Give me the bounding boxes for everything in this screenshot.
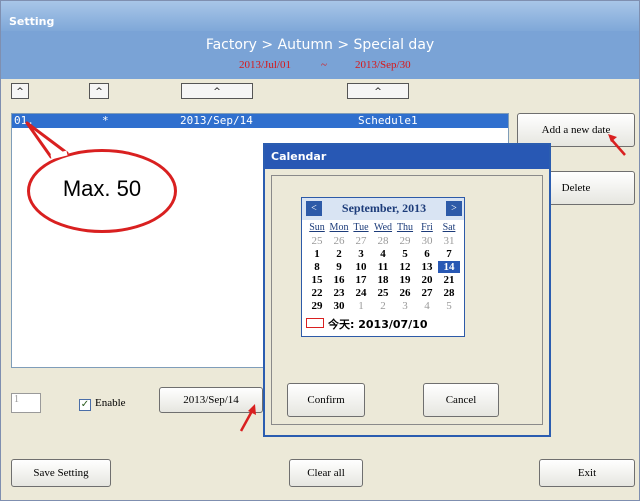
calendar-day[interactable]: 25 xyxy=(372,287,394,299)
calendar-day[interactable]: 10 xyxy=(350,261,372,273)
calendar-day[interactable]: 26 xyxy=(328,235,350,247)
calendar-day[interactable]: 31 xyxy=(438,235,460,247)
calendar-day[interactable]: 13 xyxy=(416,261,438,273)
calendar-day[interactable]: 2 xyxy=(328,248,350,260)
calendar-day[interactable]: 9 xyxy=(328,261,350,273)
next-month-icon[interactable]: > xyxy=(446,201,462,216)
calendar-day[interactable]: 18 xyxy=(372,274,394,286)
prev-month-icon[interactable]: < xyxy=(306,201,322,216)
calendar-day[interactable]: 3 xyxy=(350,248,372,260)
weekday-label: Tue xyxy=(353,222,369,233)
row-date: 2013/Sep/14 xyxy=(180,114,253,127)
calendar-day[interactable]: 7 xyxy=(438,248,460,260)
calendar-day[interactable]: 1 xyxy=(306,248,328,260)
calendar-day[interactable]: 3 xyxy=(394,300,416,312)
weekday-label: Wed xyxy=(373,222,393,233)
calendar-day[interactable]: 8 xyxy=(306,261,328,273)
save-setting-button[interactable]: Save Setting xyxy=(11,459,111,487)
enable-checkbox[interactable]: ✓ xyxy=(79,399,91,411)
calendar-day[interactable]: 23 xyxy=(328,287,350,299)
calendar-dialog-title: Calendar xyxy=(265,145,549,169)
calendar-day[interactable]: 6 xyxy=(416,248,438,260)
calendar-day[interactable]: 12 xyxy=(394,261,416,273)
exit-button[interactable]: Exit xyxy=(539,459,635,487)
calendar-day[interactable]: 24 xyxy=(350,287,372,299)
confirm-button[interactable]: Confirm xyxy=(287,383,365,417)
today-marker-icon xyxy=(306,318,324,328)
calendar-widget: < September, 2013 > Sun Mon Tue Wed Thu Fri Sa… xyxy=(301,197,465,337)
calendar-day[interactable]: 29 xyxy=(306,300,328,312)
range-separator: ~ xyxy=(321,59,327,71)
calendar-day[interactable]: 30 xyxy=(416,235,438,247)
clear-all-button[interactable]: Clear all xyxy=(289,459,363,487)
calendar-month-label: September, 2013 xyxy=(341,201,427,215)
date-button-pointer-arrow xyxy=(239,404,256,432)
calendar-day[interactable]: 19 xyxy=(394,274,416,286)
weekday-label: Fri xyxy=(421,222,433,233)
calendar-day[interactable]: 28 xyxy=(438,287,460,299)
setting-window: Setting Factory > Autumn > Special day 2… xyxy=(0,0,640,501)
weekday-label: Mon xyxy=(329,222,349,233)
breadcrumb: Factory > Autumn > Special day xyxy=(205,37,435,53)
range-end: 2013/Sep/30 xyxy=(355,59,411,71)
calendar-day[interactable]: 25 xyxy=(306,235,328,247)
weekday-label: Sat xyxy=(442,222,456,233)
calendar-day[interactable]: 17 xyxy=(350,274,372,286)
calendar-day[interactable]: 27 xyxy=(350,235,372,247)
range-start: 2013/Jul/01 xyxy=(239,59,291,71)
window-title: Setting xyxy=(1,1,639,31)
table-row[interactable]: 01. * 2013/Sep/14 Schedule1 xyxy=(12,114,508,128)
sort-date-button[interactable]: ^ xyxy=(181,83,253,99)
calendar-day[interactable]: 2 xyxy=(372,300,394,312)
calendar-day[interactable]: 5 xyxy=(438,300,460,312)
calendar-day[interactable]: 16 xyxy=(328,274,350,286)
add-date-pointer-arrow xyxy=(608,134,626,156)
calendar-day[interactable]: 22 xyxy=(306,287,328,299)
calendar-day[interactable]: 28 xyxy=(372,235,394,247)
calendar-day[interactable]: 1 xyxy=(350,300,372,312)
calendar-day[interactable]: 26 xyxy=(394,287,416,299)
calendar-day[interactable]: 4 xyxy=(416,300,438,312)
calendar-dialog: Calendar < September, 2013 > Sun Mon Tue We… xyxy=(263,143,551,437)
callout-text: Max. 50 xyxy=(62,176,142,201)
calendar-day[interactable]: 4 xyxy=(372,248,394,260)
sort-schedule-button[interactable]: ^ xyxy=(347,83,409,99)
row-mark: * xyxy=(102,114,109,127)
entry-number-field[interactable]: 1 xyxy=(11,393,41,413)
enable-label: Enable xyxy=(95,397,126,409)
calendar-day[interactable]: 20 xyxy=(416,274,438,286)
calendar-day[interactable]: 5 xyxy=(394,248,416,260)
cancel-button[interactable]: Cancel xyxy=(423,383,499,417)
calendar-day[interactable]: 29 xyxy=(394,235,416,247)
calendar-day[interactable]: 27 xyxy=(416,287,438,299)
row-schedule: Schedule1 xyxy=(358,114,418,127)
callout-tail xyxy=(25,121,69,160)
today-label[interactable]: 今天: 2013/07/10 xyxy=(328,316,428,332)
calendar-day[interactable]: 21 xyxy=(438,274,460,286)
sort-index-button[interactable]: ^ xyxy=(11,83,29,99)
calendar-day[interactable]: 11 xyxy=(372,261,394,273)
weekday-label: Sun xyxy=(309,222,325,233)
calendar-day[interactable]: 30 xyxy=(328,300,350,312)
sort-mark-button[interactable]: ^ xyxy=(89,83,109,99)
calendar-day[interactable]: 15 xyxy=(306,274,328,286)
weekday-label: Thu xyxy=(396,222,414,233)
calendar-day[interactable]: 14 xyxy=(438,261,460,273)
